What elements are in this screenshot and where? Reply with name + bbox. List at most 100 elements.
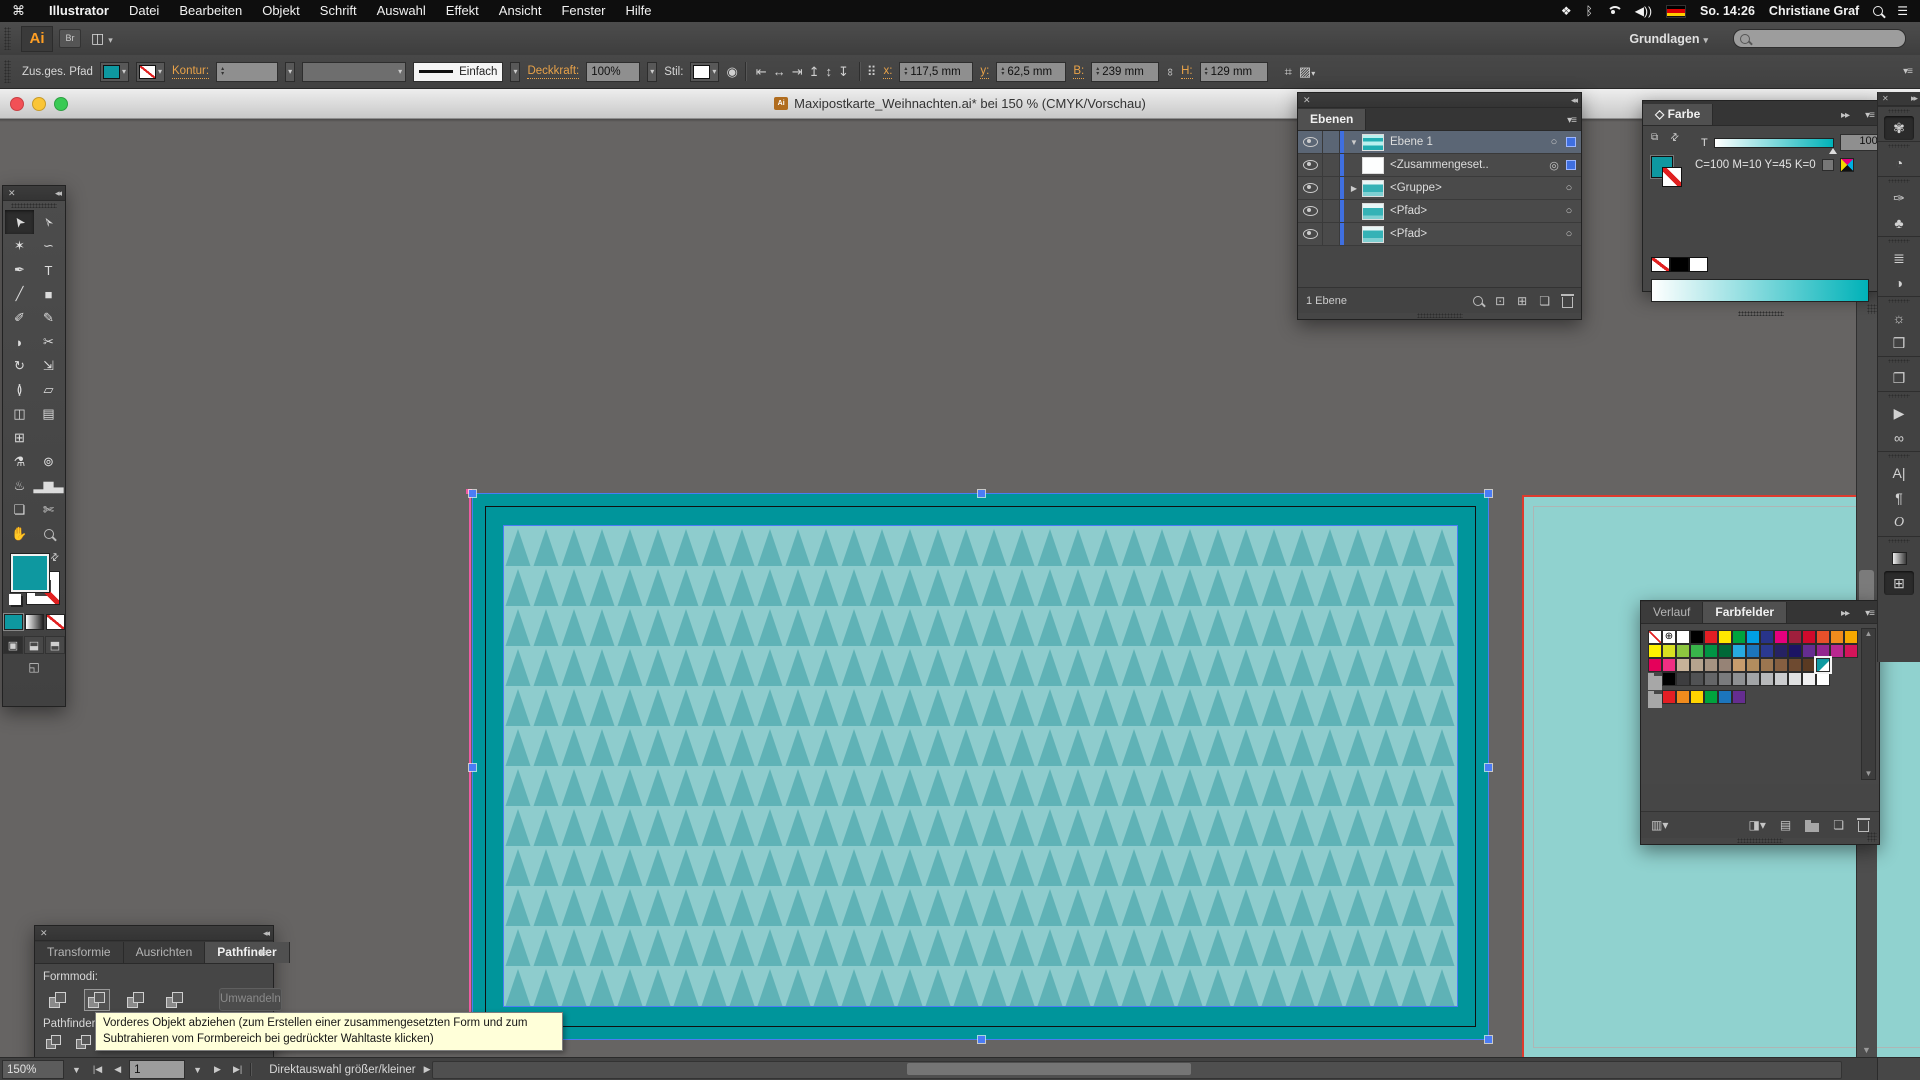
menu-hilfe[interactable]: Hilfe xyxy=(616,0,662,22)
show-swatch-kinds-icon[interactable]: ◨▾ xyxy=(1749,818,1766,832)
registration-swatch[interactable]: ⊕ xyxy=(1662,630,1676,644)
swatch-libraries-menu-icon[interactable]: ▥▾ xyxy=(1651,818,1668,832)
rotate-tool[interactable]: ↻ xyxy=(5,354,34,378)
visibility-toggle[interactable] xyxy=(1298,177,1323,199)
color-swatch[interactable] xyxy=(1774,644,1788,658)
tint-value-field[interactable]: 100 xyxy=(1840,134,1882,151)
new-sublayer-icon[interactable]: ⊞ xyxy=(1517,294,1527,308)
menu-objekt[interactable]: Objekt xyxy=(252,0,310,22)
swap-fill-stroke-icon[interactable]: ⇄ xyxy=(48,551,62,565)
layer-row[interactable]: <Pfad>○ xyxy=(1298,200,1581,223)
search-input[interactable] xyxy=(1733,29,1906,48)
draw-normal-mode-button[interactable]: ▣ xyxy=(3,636,23,654)
color-swatch[interactable] xyxy=(1662,658,1676,672)
cmyk-spectrum-icon[interactable] xyxy=(1840,158,1854,172)
selection-handle-w[interactable] xyxy=(469,764,476,771)
color-swatch[interactable] xyxy=(1718,644,1732,658)
dock-expand-icon[interactable]: ▸▸ xyxy=(1911,93,1916,104)
color-swatch[interactable] xyxy=(1732,644,1746,658)
scale-tool[interactable]: ⇲ xyxy=(34,354,63,378)
new-swatch-icon[interactable]: ❏ xyxy=(1833,818,1844,832)
color-swatch[interactable] xyxy=(1704,644,1718,658)
color-swatch[interactable] xyxy=(1732,630,1746,644)
tab-farbfelder[interactable]: Farbfelder xyxy=(1703,602,1787,623)
color-swatch[interactable] xyxy=(1704,690,1718,704)
color-swatch[interactable] xyxy=(1718,690,1732,704)
zoom-dropdown-caret[interactable]: ▼ xyxy=(68,1065,85,1075)
eyedropper-tool[interactable]: ⚗ xyxy=(5,450,34,474)
stroke-mini-swatch[interactable] xyxy=(1662,167,1682,187)
align-vertical-top-icon[interactable]: ↥ xyxy=(806,64,823,80)
pathfinder-panel-icon[interactable]: ❐ xyxy=(1884,366,1914,390)
align-vertical-center-icon[interactable]: ↕ xyxy=(823,64,836,80)
shape-mode-intersect[interactable] xyxy=(123,989,149,1011)
color-swatch[interactable] xyxy=(1718,658,1732,672)
fill-color-dropdown[interactable]: ▾ xyxy=(100,62,129,82)
color-swatch[interactable] xyxy=(1690,690,1704,704)
color-swatch[interactable] xyxy=(1704,630,1718,644)
height-field[interactable]: ▴▾129 mm xyxy=(1200,62,1268,82)
color-swatch[interactable] xyxy=(1844,630,1858,644)
color-swatch[interactable] xyxy=(1690,658,1704,672)
magic-wand-tool[interactable]: ✶ xyxy=(5,234,34,258)
color-swatch[interactable] xyxy=(1732,658,1746,672)
color-guide-panel-icon[interactable]: ◔ xyxy=(1884,151,1914,175)
none-mini-swatch[interactable] xyxy=(1651,257,1670,272)
mesh-tool[interactable]: ⊞ xyxy=(5,426,34,450)
swatches-panel-collapse-icon[interactable]: ▸▸ xyxy=(1841,608,1849,619)
stroke-weight-field[interactable]: ▴▾ xyxy=(216,62,278,82)
height-label[interactable]: H: xyxy=(1181,65,1193,79)
selection-tool[interactable]: ➤ xyxy=(5,210,34,234)
swatches-panel-corner-grip[interactable] xyxy=(1867,832,1877,842)
menu-clock[interactable]: So. 14:26 xyxy=(1700,4,1755,18)
tab-ebenen[interactable]: Ebenen xyxy=(1298,109,1366,130)
white-mini-swatch[interactable] xyxy=(1689,257,1708,272)
blob-brush-tool[interactable]: ◗ xyxy=(5,330,34,354)
opentype-panel-icon[interactable]: O xyxy=(1884,511,1914,535)
swap-fill-stroke-mini-icon[interactable]: ⇄ xyxy=(1668,131,1682,145)
swatches-panel-menu-icon[interactable]: ▾≡ xyxy=(1865,608,1874,619)
arrange-documents-icon[interactable]: ◫▾ xyxy=(91,30,113,47)
swatches-scrollbar[interactable]: ▲▼ xyxy=(1861,628,1876,780)
make-clipping-mask-icon[interactable]: ⊡ xyxy=(1495,294,1505,308)
layer-row[interactable]: ▶<Gruppe>○ xyxy=(1298,177,1581,200)
color-swatch[interactable] xyxy=(1830,630,1844,644)
swatches-panel-icon[interactable]: ⊞ xyxy=(1884,571,1914,595)
color-swatch[interactable] xyxy=(1676,690,1690,704)
color-swatch[interactable] xyxy=(1802,672,1816,686)
target-circle-icon[interactable]: ○ xyxy=(1557,228,1581,240)
color-spectrum-ramp[interactable] xyxy=(1651,279,1869,302)
color-swatch[interactable] xyxy=(1816,644,1830,658)
scissors-tool[interactable]: ✂ xyxy=(34,330,63,354)
links-panel-icon[interactable]: ∞ xyxy=(1884,426,1914,450)
direct-selection-tool[interactable]: ➢ xyxy=(34,210,63,234)
layer-name[interactable]: <Pfad> xyxy=(1390,205,1557,217)
tint-slider[interactable] xyxy=(1714,138,1834,148)
opacity-field[interactable]: 100% xyxy=(586,62,640,82)
color-swatch[interactable] xyxy=(1788,658,1802,672)
menu-fenster[interactable]: Fenster xyxy=(551,0,615,22)
width-field[interactable]: ▴▾239 mm xyxy=(1091,62,1159,82)
color-swatch[interactable] xyxy=(1760,630,1774,644)
scroll-down-arrow[interactable]: ▼ xyxy=(1862,1045,1871,1055)
visibility-toggle[interactable] xyxy=(1298,154,1323,176)
volume-icon[interactable]: ◀)) xyxy=(1635,4,1652,18)
color-swatch[interactable] xyxy=(1746,644,1760,658)
gradient-button[interactable] xyxy=(25,614,44,630)
black-mini-swatch[interactable] xyxy=(1670,257,1689,272)
color-swatch[interactable] xyxy=(1746,658,1760,672)
color-swatch[interactable] xyxy=(1760,672,1774,686)
tab-verlauf[interactable]: Verlauf xyxy=(1641,602,1703,623)
color-swatch[interactable] xyxy=(1662,644,1676,658)
brushes-panel-icon[interactable]: ✑ xyxy=(1884,186,1914,210)
layers-panel-close-icon[interactable]: ✕ xyxy=(1303,95,1311,106)
menu-auswahl[interactable]: Auswahl xyxy=(367,0,436,22)
tools-panel-drag-handle[interactable] xyxy=(11,203,57,208)
shape-mode-minus-front[interactable] xyxy=(84,989,110,1011)
menu-ansicht[interactable]: Ansicht xyxy=(489,0,552,22)
bridge-button[interactable]: Br xyxy=(59,29,81,48)
bluetooth-icon[interactable]: ᛒ xyxy=(1586,4,1593,18)
color-swatch[interactable] xyxy=(1830,644,1844,658)
color-swatch[interactable] xyxy=(1802,644,1816,658)
artboard-number-field[interactable]: 1 xyxy=(129,1060,185,1079)
